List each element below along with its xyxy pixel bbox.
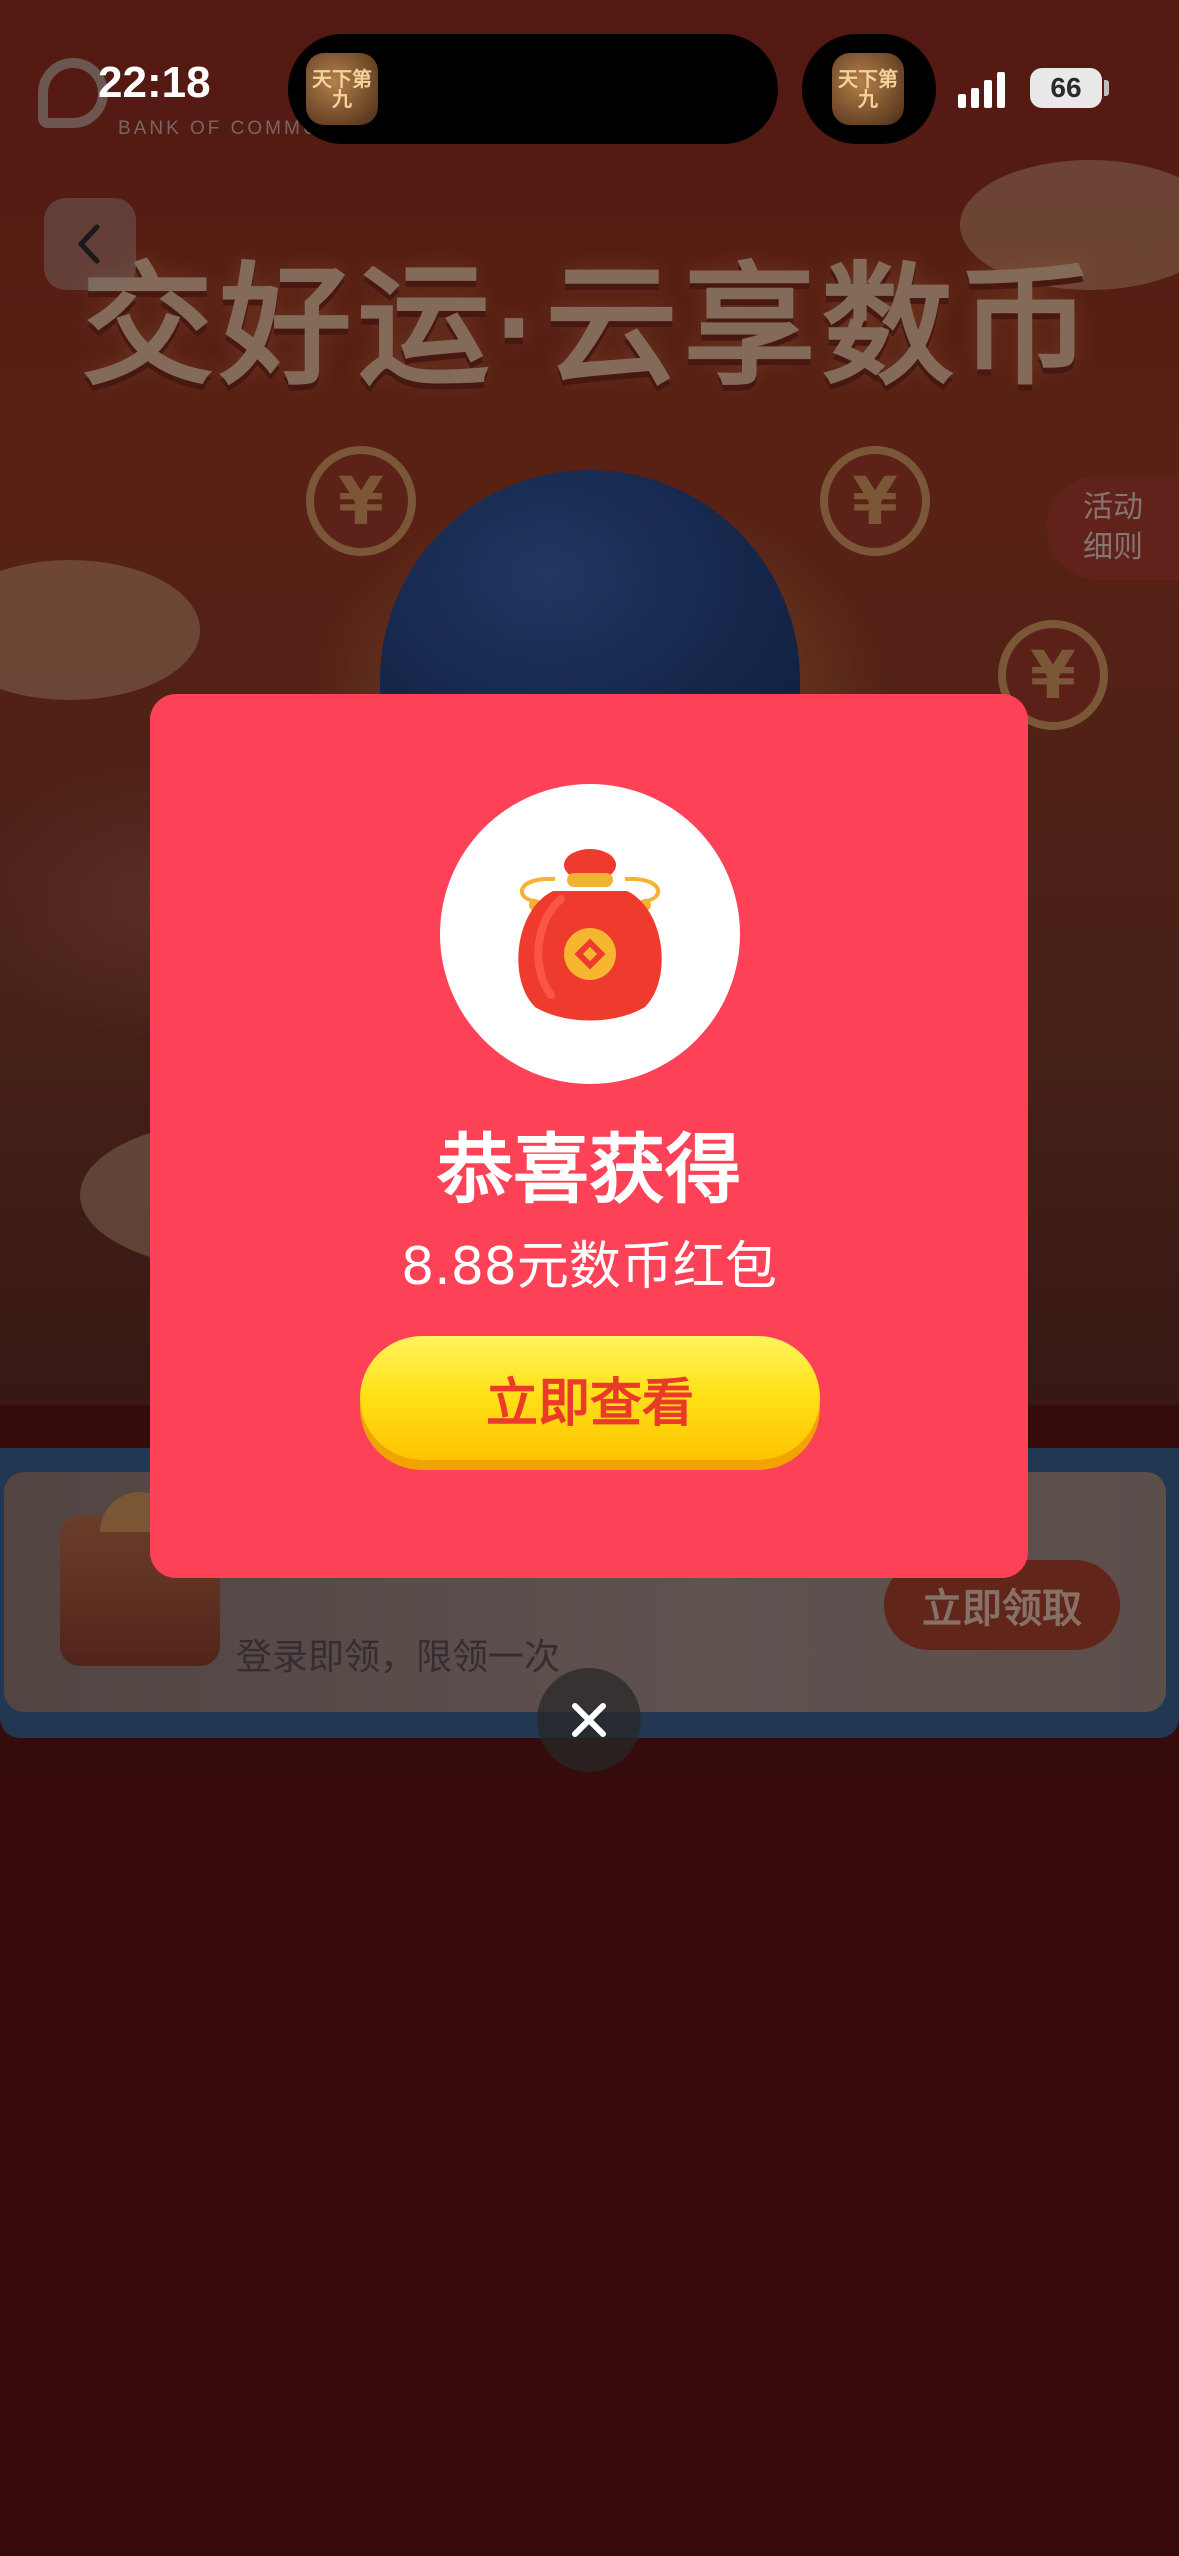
close-modal-button[interactable] (537, 1668, 641, 1772)
red-lucky-bag-icon (518, 849, 662, 1021)
cellular-signal-icon (958, 68, 1005, 108)
status-time: 22:18 (98, 58, 211, 107)
battery-icon: 66 (1030, 68, 1102, 108)
dynamic-island: 天下第九 (288, 34, 778, 144)
modal-subtitle: 8.88元数币红包 (401, 1237, 777, 1297)
game-app-icon: 天下第九 (832, 53, 904, 125)
battery-level: 66 (1050, 72, 1082, 103)
prize-modal: 恭喜获得 8.88元数币红包 立即查看 (150, 694, 1028, 1578)
close-icon (572, 1703, 606, 1737)
prize-icon-container (440, 784, 740, 1084)
dynamic-island-secondary: 天下第九 (802, 34, 936, 144)
status-bar: 22:18 天下第九 天下第九 66 (0, 0, 1179, 160)
view-now-button[interactable]: 立即查看 (360, 1336, 820, 1460)
modal-title: 恭喜获得 (437, 1125, 741, 1214)
game-app-icon: 天下第九 (306, 53, 378, 125)
battery-tip (1104, 80, 1109, 96)
